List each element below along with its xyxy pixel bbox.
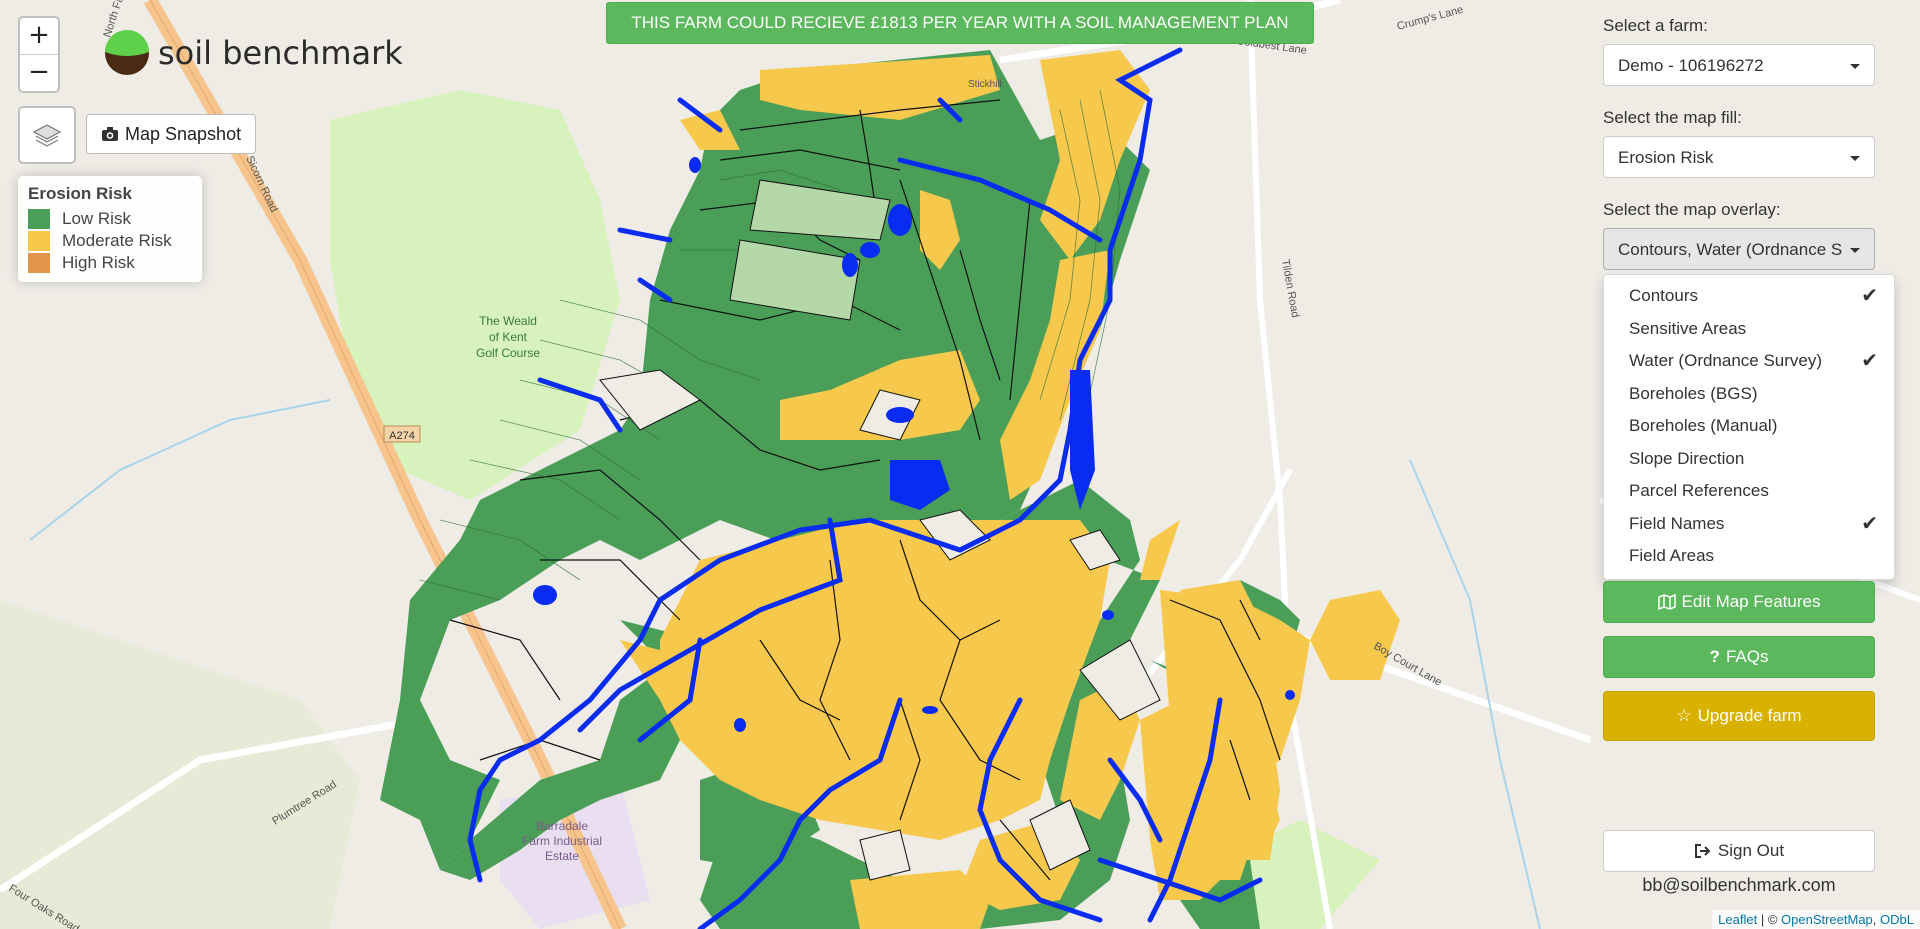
legend-swatch-low (28, 209, 50, 229)
estate-label-1: Barradale (536, 819, 588, 833)
check-icon: ✔ (1861, 285, 1878, 307)
stickhill-label: Stickhill (968, 79, 1002, 90)
soil-benchmark-logo-icon (105, 30, 149, 75)
zoom-out-button[interactable]: − (20, 54, 58, 91)
legend-item-moderate: Moderate Risk (28, 230, 192, 252)
overlay-option-label: Parcel References (1629, 481, 1769, 500)
user-email: bb@soilbenchmark.com (1642, 875, 1836, 895)
farm-select-label: Select a farm: (1603, 16, 1708, 35)
upgrade-farm-label: Upgrade farm (1697, 706, 1802, 725)
sign-out-label: Sign Out (1717, 841, 1785, 860)
logo-text: soil benchmark (158, 34, 403, 72)
zoom-in-button[interactable]: + (20, 18, 58, 54)
overlay-option-label: Boreholes (BGS) (1629, 383, 1758, 403)
road-a274-label: A274 (389, 430, 415, 442)
legend-item-high: High Risk (28, 252, 192, 274)
legend-label-high: High Risk (62, 253, 135, 272)
camera-icon (102, 127, 118, 141)
overlay-option-label: Sensitive Areas (1629, 318, 1747, 338)
leaflet-link[interactable]: Leaflet (1718, 912, 1757, 927)
chevron-down-icon (1850, 248, 1860, 253)
legend-swatch-high (28, 253, 50, 273)
golf-label-2: of Kent (489, 330, 528, 344)
question-icon: ? (1709, 647, 1720, 666)
estate-label-3: Estate (545, 849, 579, 863)
edit-map-features-label: Edit Map Features (1681, 592, 1821, 611)
golf-label-3: Golf Course (476, 346, 540, 360)
farm-select[interactable]: Demo - 106196272 (1603, 44, 1875, 86)
overlay-option-field-areas[interactable]: Field Areas (1604, 540, 1894, 573)
map-snapshot-label: Map Snapshot (125, 124, 242, 144)
odbl-link[interactable]: ODbL (1880, 912, 1914, 927)
check-icon: ✔ (1861, 512, 1878, 535)
attribution-separator: | © (1757, 912, 1782, 927)
chevron-down-icon (1850, 156, 1860, 161)
fill-select-value: Erosion Risk (1618, 148, 1714, 167)
map-attribution: Leaflet | © OpenStreetMap, ODbL (1712, 910, 1920, 929)
edit-map-features-button[interactable]: Edit Map Features (1603, 581, 1875, 623)
overlay-option-label: Contours (1629, 286, 1698, 305)
osm-link[interactable]: OpenStreetMap (1781, 912, 1873, 927)
star-icon: ☆ (1676, 706, 1692, 726)
overlay-option-label: Water (Ordnance Survey) (1629, 351, 1823, 370)
check-icon: ✔ (1861, 350, 1878, 372)
sign-out-icon (1694, 844, 1711, 858)
overlay-option-label: Boreholes (Manual) (1629, 416, 1778, 435)
sign-out-button[interactable]: Sign Out (1603, 830, 1875, 872)
overlay-option-label: Field Names (1629, 513, 1725, 533)
overlay-select-label: Select the map overlay: (1603, 200, 1781, 219)
overlay-select[interactable]: Contours, Water (Ordnance S (1603, 228, 1875, 270)
legend-swatch-moderate (28, 231, 50, 251)
legend-title: Erosion Risk (28, 184, 132, 203)
map-icon (1657, 594, 1676, 610)
overlay-select-value: Contours, Water (Ordnance S (1618, 240, 1843, 259)
legend-label-low: Low Risk (62, 209, 131, 228)
overlay-option-sensitive-areas[interactable]: Sensitive Areas (1604, 313, 1894, 346)
soil-plan-banner[interactable]: THIS FARM COULD RECIEVE £1813 PER YEAR W… (606, 2, 1314, 44)
overlay-dropdown-menu: Contours ✔ Sensitive Areas Water (Ordnan… (1603, 274, 1895, 580)
overlay-option-parcel-references[interactable]: Parcel References (1604, 475, 1894, 508)
legend-item-low: Low Risk (28, 208, 192, 230)
overlay-option-label: Slope Direction (1629, 448, 1745, 468)
upgrade-farm-button[interactable]: ☆ Upgrade farm (1603, 691, 1875, 741)
overlay-option-slope-direction[interactable]: Slope Direction (1604, 443, 1894, 476)
map-snapshot-button[interactable]: Map Snapshot (86, 114, 257, 154)
legend-label-moderate: Moderate Risk (62, 231, 172, 250)
faqs-label: FAQs (1725, 647, 1769, 666)
overlay-option-field-names[interactable]: Field Names ✔ (1604, 508, 1894, 541)
farm-select-value: Demo - 106196272 (1618, 56, 1764, 75)
erosion-risk-legend: Erosion Risk Low Risk Moderate Risk High… (18, 176, 202, 282)
faqs-button[interactable]: ? FAQs (1603, 636, 1875, 678)
layers-icon (32, 124, 62, 147)
attribution-comma: , (1872, 912, 1881, 927)
chevron-down-icon (1850, 64, 1860, 69)
overlay-option-water[interactable]: Water (Ordnance Survey) ✔ (1604, 345, 1894, 378)
overlay-option-contours[interactable]: Contours ✔ (1604, 280, 1894, 313)
zoom-control: + − (18, 16, 60, 93)
logo: soil benchmark (104, 30, 403, 76)
overlay-option-boreholes-manual[interactable]: Boreholes (Manual) (1604, 410, 1894, 443)
fill-select[interactable]: Erosion Risk (1603, 136, 1875, 178)
fill-select-label: Select the map fill: (1603, 108, 1742, 127)
golf-label-1: The Weald (479, 314, 537, 328)
layers-button[interactable] (18, 106, 76, 164)
estate-label-2: Farm Industrial (522, 834, 602, 848)
overlay-option-label: Field Areas (1629, 546, 1715, 565)
overlay-option-boreholes-bgs[interactable]: Boreholes (BGS) (1604, 378, 1894, 411)
